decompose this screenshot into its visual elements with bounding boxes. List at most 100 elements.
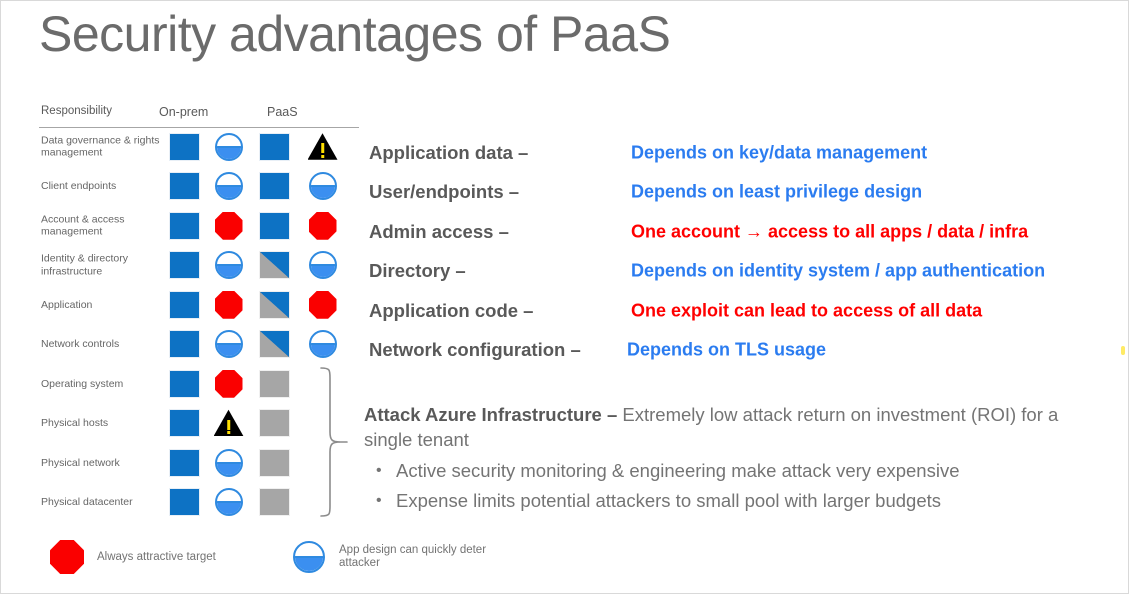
half-circle-icon [214, 448, 243, 477]
cell-paas-icon [307, 133, 338, 161]
cell-onprem-square [169, 132, 200, 161]
blue-square-icon [169, 409, 200, 438]
legend-item: Always attractive target [49, 539, 216, 575]
blue-square-icon [169, 172, 200, 201]
stop-octagon-icon [308, 290, 337, 319]
cell-onprem-icon [213, 211, 244, 240]
callout-term: Application data – [369, 141, 529, 163]
stop-octagon-icon [214, 290, 243, 319]
cell-paas-square [259, 211, 290, 240]
half-circle-icon [308, 172, 337, 201]
gray-square-icon [259, 369, 290, 398]
cell-paas-square [259, 290, 290, 319]
split-square-icon [259, 290, 290, 319]
matrix-row: Network controls [39, 325, 359, 365]
half-circle-icon [214, 251, 243, 280]
callout-row: Admin access – One account → access to al… [369, 212, 1114, 252]
matrix-row: Physical datacenter [39, 483, 359, 523]
column-header-on-prem: On-prem [159, 105, 209, 119]
warning-triangle-icon [307, 133, 338, 160]
stop-octagon-icon [214, 211, 243, 240]
column-header-paas: PaaS [267, 105, 298, 119]
cell-paas-icon [307, 330, 338, 359]
warning-triangle-icon [213, 409, 244, 437]
gray-square-icon [259, 448, 290, 477]
cell-paas-square [259, 488, 290, 517]
callout-description: Depends on key/data management [631, 142, 928, 163]
matrix-row: Application [39, 285, 359, 325]
callout-term: Admin access – [369, 220, 509, 242]
cell-onprem-icon [213, 290, 244, 319]
attack-lead-paragraph: Attack Azure Infrastructure – Extremely … [364, 402, 1074, 452]
cell-paas-square [259, 448, 290, 477]
matrix-row-label: Operating system [41, 377, 124, 390]
blue-square-icon [169, 369, 200, 398]
blue-square-icon [169, 251, 200, 280]
gray-square-icon [259, 488, 290, 517]
column-header-responsibility: Responsibility [41, 105, 112, 117]
split-square-icon [259, 330, 290, 359]
matrix-row: Physical hosts [39, 404, 359, 444]
callout-description: One account → access to all apps / data … [631, 221, 1029, 242]
matrix-row: Client endpoints [39, 167, 359, 207]
cell-onprem-icon [213, 132, 244, 161]
cell-paas-icon [307, 172, 338, 201]
callout-row: User/endpoints – Depends on least privile… [369, 173, 1114, 213]
blue-square-icon [259, 132, 290, 161]
matrix-body: Data governance & rights management Clien… [39, 127, 359, 522]
legend-label: Always attractive target [97, 550, 216, 563]
callout-term: Directory – [369, 260, 466, 282]
matrix-row-label: Physical datacenter [41, 496, 133, 508]
matrix-row-label: Physical network [41, 456, 120, 469]
callout-row: Application data – Depends on key/data ma… [369, 133, 1114, 173]
attack-infrastructure-block: Attack Azure Infrastructure – Extremely … [364, 402, 1074, 516]
stop-octagon-icon [50, 540, 84, 574]
blue-square-icon [259, 211, 290, 240]
stop-octagon-icon [308, 211, 337, 240]
half-circle-icon [214, 488, 243, 517]
matrix-row-label: Account & access management [41, 213, 125, 238]
edge-artifact [1121, 346, 1125, 355]
cell-onprem-icon [213, 448, 244, 477]
attack-bullet-item: Expense limits potential attackers to sm… [364, 486, 1074, 516]
blue-square-icon [259, 172, 290, 201]
half-circle-icon [308, 251, 337, 280]
cell-onprem-square [169, 488, 200, 517]
cell-onprem-square [169, 251, 200, 280]
cell-onprem-icon [213, 488, 244, 517]
cell-paas-icon [307, 290, 338, 319]
matrix-row-label: Network controls [41, 338, 120, 350]
callout-row: Network configuration – Depends on TLS us… [369, 331, 1114, 371]
attack-bullet-list: Active security monitoring & engineering… [364, 456, 1074, 516]
cell-onprem-icon [213, 251, 244, 280]
cell-onprem-icon [213, 409, 244, 437]
page-title: Security advantages of PaaS [39, 6, 671, 62]
callout-description: Depends on TLS usage [627, 339, 827, 360]
callout-description: One exploit can lead to access of all da… [631, 300, 983, 321]
matrix-row: Operating system [39, 364, 359, 404]
cell-onprem-square [169, 290, 200, 319]
half-circle-icon [214, 132, 243, 161]
cell-paas-icon [307, 211, 338, 240]
blue-square-icon [169, 132, 200, 161]
blue-square-icon [169, 330, 200, 359]
cell-onprem-icon [213, 330, 244, 359]
blue-square-icon [169, 211, 200, 240]
half-circle-icon [293, 541, 325, 573]
callout-description: Depends on least privilege design [631, 181, 923, 202]
blue-square-icon [169, 290, 200, 319]
split-square-icon [259, 251, 290, 280]
blue-square-icon [169, 488, 200, 517]
blue-square-icon [169, 448, 200, 477]
cell-paas-square [259, 172, 290, 201]
cell-onprem-icon [213, 369, 244, 398]
legend-icon [49, 539, 85, 575]
cell-paas-square [259, 369, 290, 398]
callout-row: Application code – One exploit can lead t… [369, 291, 1114, 331]
cell-onprem-icon [213, 172, 244, 201]
callout-term: Network configuration – [369, 339, 581, 361]
gray-square-icon [259, 409, 290, 438]
cell-onprem-square [169, 369, 200, 398]
matrix-row-label: Client endpoints [41, 180, 117, 192]
matrix-row: Account & access management [39, 206, 359, 246]
